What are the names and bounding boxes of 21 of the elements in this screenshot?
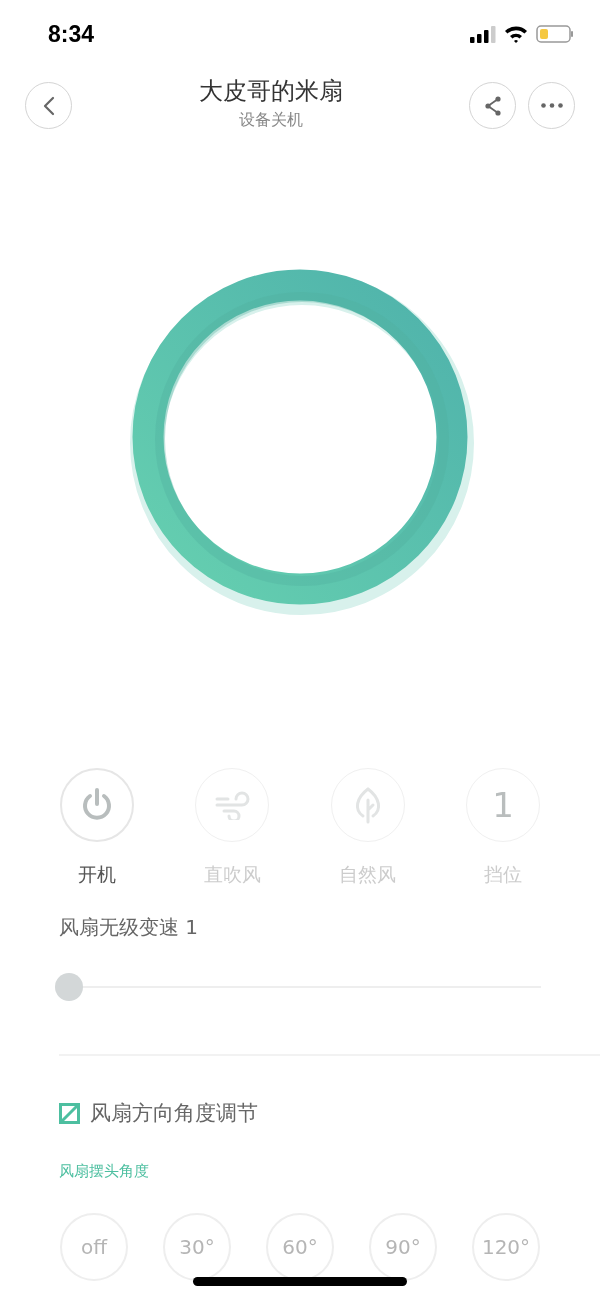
leaf-icon (353, 786, 382, 824)
power-icon (81, 788, 113, 822)
device-title: 大皮哥的米扇 (198, 76, 343, 107)
square-slash-icon (59, 1102, 80, 1124)
mode-label: 开机 (78, 862, 116, 887)
swing-angle-label: 风扇摆头角度 (59, 1161, 150, 1181)
share-icon (483, 95, 502, 116)
back-icon (42, 95, 55, 116)
speed-slider[interactable] (55, 973, 541, 1001)
mode-button[interactable] (60, 768, 134, 842)
signal-icon (470, 25, 496, 43)
wind-icon (214, 790, 251, 820)
device-status: 设备关机 (238, 109, 303, 131)
battery-icon (536, 25, 574, 43)
direction-title: 风扇方向角度调节 (90, 1100, 258, 1127)
angle-button[interactable]: off (60, 1213, 128, 1281)
more-icon (540, 103, 563, 108)
speed-label: 风扇无级变速 1 (59, 914, 200, 941)
status-time: 8:34 (48, 19, 95, 49)
angle-button[interactable]: 120° (472, 1213, 540, 1281)
wifi-icon (504, 25, 528, 43)
